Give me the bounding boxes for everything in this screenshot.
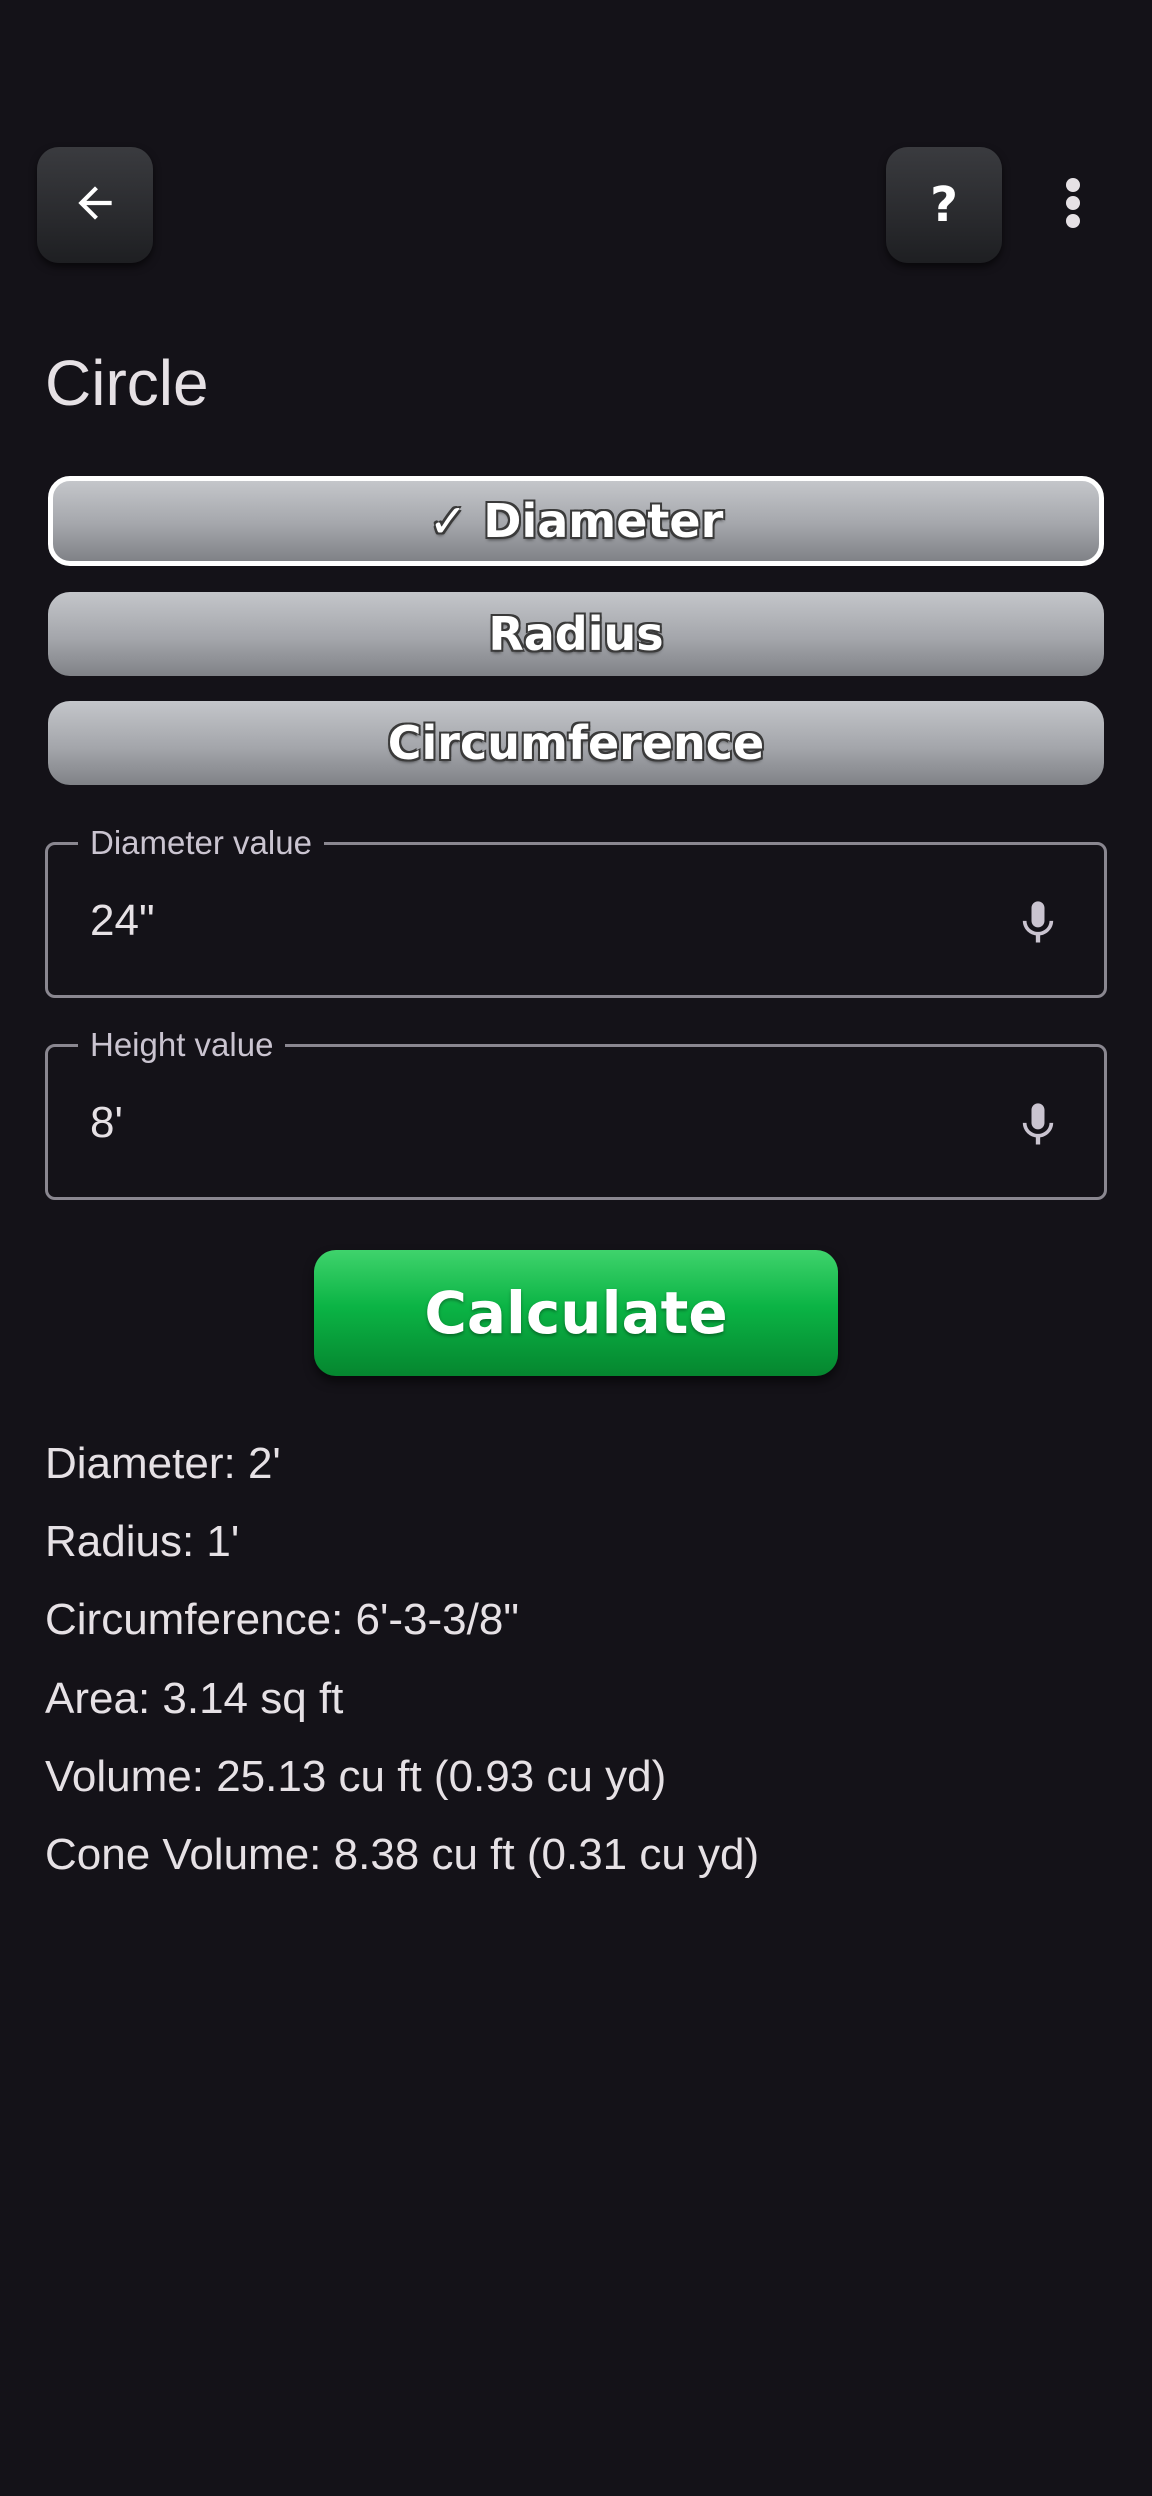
overflow-menu-button[interactable] <box>1046 172 1100 238</box>
diameter-input[interactable]: 24" <box>90 893 155 949</box>
diameter-option-label: ✓ Diameter <box>428 494 724 548</box>
result-circumference: Circumference: 6'-3-3/8" <box>45 1595 519 1644</box>
height-value-field[interactable]: Height value 8' <box>45 1025 1107 1200</box>
result-diameter: Diameter: 2' <box>45 1439 281 1488</box>
circumference-option-label: Circumference <box>387 716 765 770</box>
back-button[interactable] <box>37 147 153 263</box>
result-radius: Radius: 1' <box>45 1517 240 1566</box>
diameter-option-button[interactable]: ✓ Diameter <box>48 476 1104 566</box>
result-cone-volume: Cone Volume: 8.38 cu ft (0.31 cu yd) <box>45 1830 760 1879</box>
radius-option-label: Radius <box>488 607 664 661</box>
result-volume: Volume: 25.13 cu ft (0.93 cu yd) <box>45 1752 667 1801</box>
microphone-icon[interactable] <box>1012 895 1064 951</box>
page-title: Circle <box>45 347 209 419</box>
arrow-left-icon <box>70 178 120 233</box>
circumference-option-button[interactable]: Circumference <box>48 701 1104 785</box>
help-button[interactable]: ? <box>886 147 1002 263</box>
result-area: Area: 3.14 sq ft <box>45 1674 344 1723</box>
diameter-field-label: Diameter value <box>78 823 324 863</box>
calculate-label: Calculate <box>424 1279 728 1347</box>
help-label: ? <box>930 177 958 233</box>
microphone-icon[interactable] <box>1012 1097 1064 1153</box>
radius-option-button[interactable]: Radius <box>48 592 1104 676</box>
calculate-button[interactable]: Calculate <box>314 1250 838 1376</box>
diameter-value-field[interactable]: Diameter value 24" <box>45 823 1107 998</box>
height-field-label: Height value <box>78 1025 286 1065</box>
height-input[interactable]: 8' <box>90 1095 123 1151</box>
more-vertical-icon <box>1065 177 1081 233</box>
